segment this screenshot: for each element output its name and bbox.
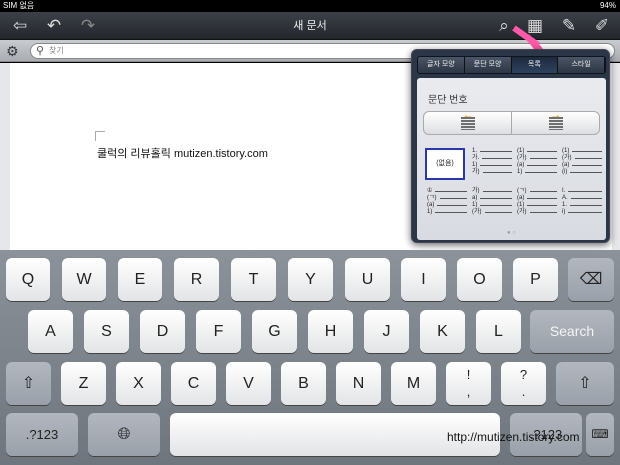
back-icon[interactable]: ⇦ — [6, 14, 34, 38]
key-f[interactable]: F — [196, 310, 241, 353]
key-question-period[interactable]: ? . — [501, 362, 546, 405]
globe-key[interactable]: 🌐︎ — [88, 413, 160, 456]
key-d[interactable]: D — [140, 310, 185, 353]
key-period-label: . — [521, 384, 526, 399]
key-i[interactable]: I — [401, 258, 446, 301]
key-t[interactable]: T — [231, 258, 276, 301]
backspace-key[interactable]: ⌫ — [568, 258, 614, 301]
key-exclaim-comma[interactable]: ! , — [446, 362, 491, 405]
shift-icon: ⇧ — [21, 375, 36, 392]
key-a[interactable]: A — [28, 310, 73, 353]
indent-lines-icon — [549, 117, 563, 130]
key-g[interactable]: G — [252, 310, 297, 353]
battery-status: 94% — [599, 1, 616, 10]
key-b[interactable]: B — [281, 362, 326, 405]
tab-paragraph[interactable]: 문단 모양 — [464, 57, 512, 73]
search-placeholder: 찾기 — [49, 46, 64, 55]
key-s[interactable]: S — [84, 310, 129, 353]
key-r[interactable]: R — [174, 258, 219, 301]
search-icon: ⚲ — [36, 45, 45, 57]
key-o[interactable]: O — [457, 258, 502, 301]
key-k[interactable]: K — [420, 310, 465, 353]
numbers-key[interactable]: .?123 — [6, 413, 78, 456]
key-m[interactable]: M — [391, 362, 436, 405]
format-icon[interactable]: ✎ — [555, 14, 583, 38]
key-h[interactable]: H — [308, 310, 353, 353]
backspace-icon: ⌫ — [579, 271, 603, 288]
key-q[interactable]: Q — [6, 258, 50, 301]
watermark: http://mutizen.tistory.com — [447, 430, 580, 444]
key-x[interactable]: X — [116, 362, 161, 405]
key-j[interactable]: J — [364, 310, 409, 353]
key-n[interactable]: N — [336, 362, 381, 405]
key-y[interactable]: Y — [288, 258, 333, 301]
numbering-style-option[interactable]: (ㄱ) (a) (1) (가) — [517, 188, 557, 220]
search-key[interactable]: Search — [530, 310, 614, 353]
key-v[interactable]: V — [226, 362, 271, 405]
decrease-indent-button[interactable]: ⇐ — [424, 112, 512, 134]
globe-icon: 🌐︎ — [117, 426, 131, 443]
tab-list[interactable]: 목록 — [511, 57, 559, 73]
key-z[interactable]: Z — [61, 362, 106, 405]
outdent-lines-icon — [461, 117, 475, 130]
tab-character[interactable]: 글자 모양 — [418, 57, 465, 73]
redo-icon[interactable]: ↷ — [74, 14, 102, 38]
numbering-style-option[interactable]: I. A. 1. i) — [562, 188, 602, 220]
numbering-style-option[interactable]: ① (ㄱ) (a) 1) — [427, 188, 467, 220]
document-text[interactable]: 쿨럭의 리뷰홀릭 mutizen.tistory.com — [97, 145, 268, 161]
status-bar: SIM 없음 94% — [0, 0, 620, 12]
key-e[interactable]: E — [118, 258, 162, 301]
key-l[interactable]: L — [476, 310, 521, 353]
popover-tabs: 글자 모양 문단 모양 목록 스타일 — [417, 56, 606, 74]
gear-icon[interactable]: ⚙ — [6, 42, 19, 60]
hide-keyboard-key[interactable]: ⌨ — [586, 413, 614, 456]
page-dots: ● ○ — [507, 230, 516, 236]
numbering-style-option[interactable]: (1) (가) (a) (i) — [562, 148, 602, 180]
key-c[interactable]: C — [171, 362, 216, 405]
panel-heading: 문단 번호 — [428, 95, 468, 106]
numbering-styles: (없음) 1. 가. 1) 가) (1) (가) (a) 1) (1) (가) … — [422, 146, 602, 228]
shift-key-right[interactable]: ⇧ — [556, 362, 614, 405]
shift-icon: ⇧ — [578, 375, 592, 392]
tab-style[interactable]: 스타일 — [558, 57, 605, 73]
numbering-style-option[interactable]: (1) (가) (a) 1) — [517, 148, 557, 180]
list-panel: 문단 번호 ⇐ ⇒ (없음) 1. 가. 1) 가) (1) (가) (a) — [417, 78, 606, 240]
key-question-label: ? — [519, 367, 528, 382]
shift-key[interactable]: ⇧ — [6, 362, 51, 405]
format-popover: 글자 모양 문단 모양 목록 스타일 문단 번호 ⇐ ⇒ (없음) 1. 가. … — [411, 49, 610, 243]
margin-marker — [95, 131, 105, 141]
tools-icon[interactable]: ✐ — [588, 14, 616, 38]
key-comma-label: , — [466, 384, 471, 399]
key-w[interactable]: W — [62, 258, 106, 301]
keyboard-dismiss-icon: ⌨ — [591, 427, 609, 441]
key-u[interactable]: U — [345, 258, 390, 301]
key-exclaim-label: ! — [466, 367, 471, 382]
numbering-style-none[interactable]: (없음) — [425, 148, 465, 180]
carrier-status: SIM 없음 — [3, 1, 35, 10]
numbering-style-option[interactable]: 가) a) 1) (가) — [472, 188, 512, 220]
numbering-style-option[interactable]: 1. 가. 1) 가) — [472, 148, 512, 180]
key-p[interactable]: P — [513, 258, 558, 301]
undo-icon[interactable]: ↶ — [40, 14, 68, 38]
increase-indent-button[interactable]: ⇒ — [512, 112, 599, 134]
indent-controls: ⇐ ⇒ — [423, 111, 600, 135]
